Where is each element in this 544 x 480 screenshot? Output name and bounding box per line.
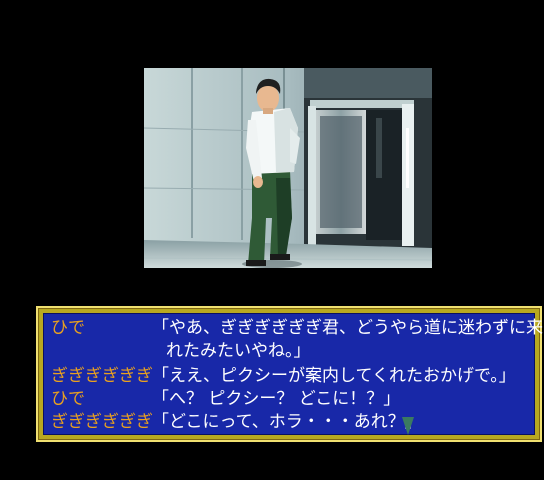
- speaker-name: ひで: [51, 318, 85, 338]
- scene-picture: [144, 68, 432, 268]
- speaker-name: ぎぎぎぎぎぎ: [51, 366, 153, 386]
- dialog-text-area: ひで 「やあ、ぎぎぎぎぎぎ君、どうやら道に迷わずに来 れたみたいやね。」 ぎぎぎ…: [43, 313, 543, 435]
- photo-scene-icon: [144, 68, 432, 268]
- speech-text: 「へ？ ピクシー？ どこに！？」: [152, 389, 401, 409]
- triangle-down-icon[interactable]: [402, 417, 414, 435]
- speaker-name: ぎぎぎぎぎぎ: [51, 412, 153, 432]
- speech-text: 「ええ、ピクシーが案内してくれたおかげで。」: [152, 366, 516, 386]
- dialog-window[interactable]: ひで 「やあ、ぎぎぎぎぎぎ君、どうやら道に迷わずに来 れたみたいやね。」 ぎぎぎ…: [36, 306, 543, 442]
- speech-text: 「やあ、ぎぎぎぎぎぎ君、どうやら道に迷わずに来: [152, 318, 543, 338]
- game-screen: ひで 「やあ、ぎぎぎぎぎぎ君、どうやら道に迷わずに来 れたみたいやね。」 ぎぎぎ…: [0, 0, 544, 480]
- speaker-name: ひで: [51, 389, 85, 409]
- speech-text: 「どこにって、ホラ・・・あれ？」: [152, 412, 422, 432]
- speech-text: れたみたいやね。」: [166, 341, 311, 361]
